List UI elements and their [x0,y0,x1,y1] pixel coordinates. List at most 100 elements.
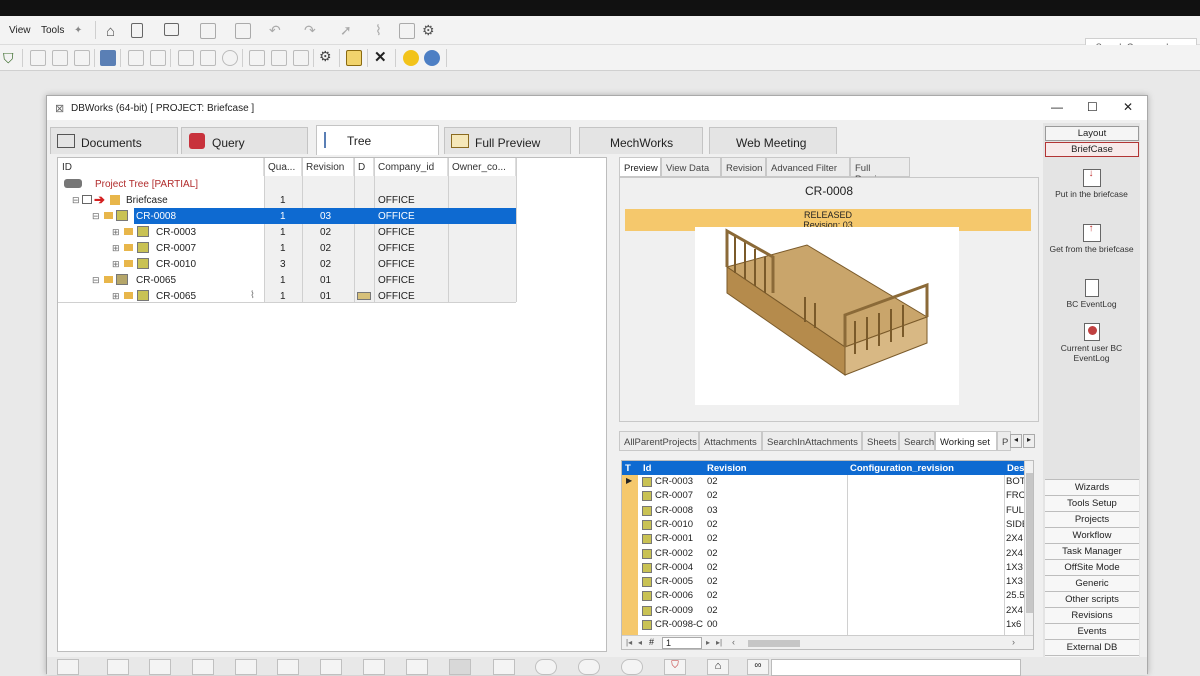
ws-vertical-scrollbar[interactable] [1024,461,1033,635]
ws-col-t[interactable]: T [622,461,640,475]
hscroll-left-icon[interactable]: ‹ [732,637,735,647]
users-icon[interactable] [271,50,287,66]
table-icon[interactable] [150,50,166,66]
tab-web-meeting[interactable]: Web Meeting [709,127,837,154]
ws-col-revision[interactable]: Revision [704,461,847,475]
menu-tools[interactable]: Tools [41,25,64,36]
section-button-tools-setup[interactable]: Tools Setup [1045,495,1139,511]
ws-table-row[interactable]: CR-0004 02 1X3 [622,561,1023,575]
section-button-events[interactable]: Events [1045,623,1139,639]
home-tool-icon[interactable]: ⌂ [707,659,729,675]
gear-icon[interactable]: ⚙ [422,22,438,38]
section-button-projects[interactable]: Projects [1045,511,1139,527]
help-icon[interactable] [403,50,419,66]
info-icon[interactable] [424,50,440,66]
tab-scroll-left-icon[interactable]: ◂ [1010,434,1022,448]
tab-sheets[interactable]: Sheets [862,431,899,451]
col-id[interactable]: ID [58,158,264,176]
layout-button[interactable]: Layout [1045,126,1139,141]
col-revision[interactable]: Revision [302,158,354,176]
col-quantity[interactable]: Qua... [264,158,302,176]
tab-query[interactable]: Query [181,127,308,154]
expand-icon[interactable]: ⊞ [112,243,120,254]
tab-search[interactable]: Search [899,431,935,451]
filter-icon[interactable]: ⛉ [3,50,19,66]
new-document-icon[interactable] [131,23,143,38]
bc-eventlog-action[interactable]: BC EventLog [1043,279,1140,309]
tab-all-parent-projects[interactable]: AllParentProjects [619,431,699,451]
tab-full-preview[interactable]: Full Preview [444,127,571,154]
briefcase-tool-icon[interactable] [406,659,428,675]
prev-page-icon[interactable]: ◂ [638,638,642,647]
tab-working-set[interactable]: Working set [935,431,997,451]
table-edit-icon[interactable] [107,659,129,675]
tree-row[interactable]: ⊟ CR-0008 1 03 OFFICE [58,208,516,224]
tree-row[interactable]: ⊟ ➔ Briefcase 1 OFFICE [58,192,516,208]
new-file-icon[interactable] [57,659,79,675]
close-button[interactable]: ✕ [1123,100,1133,114]
collapse-icon[interactable]: ⊟ [92,275,100,286]
home-icon[interactable]: ⌂ [106,23,122,40]
first-page-icon[interactable]: |◂ [626,638,632,647]
hscroll-right-icon[interactable]: › [1012,637,1015,647]
tab-attachments[interactable]: Attachments [699,431,762,451]
col-owner[interactable]: Owner_co... [448,158,516,176]
tab-full-preview-sub[interactable]: Full Preview [850,157,910,185]
tree-row[interactable]: Project Tree [PARTIAL] [58,176,516,192]
settings-icon[interactable]: ⚙ [319,48,335,64]
expand-icon[interactable]: ⊞ [112,291,120,302]
current-user-eventlog-action[interactable]: Current user BC EventLog [1043,323,1140,363]
quick-search-input[interactable] [771,659,1021,676]
tools-icon[interactable] [293,50,309,66]
ws-table-row[interactable]: CR-0006 02 25.5 [622,589,1024,603]
script-icon[interactable] [346,50,362,66]
briefcase-button[interactable]: BriefCase [1045,142,1139,157]
print-icon[interactable] [235,23,251,39]
tree-row[interactable]: ⊟ CR-0065 1 01 OFFICE [58,272,516,288]
tab-search-in-attachments[interactable]: SearchInAttachments [762,431,862,451]
section-button-offsite-mode[interactable]: OffSite Mode [1045,559,1139,575]
next-page-icon[interactable]: ▸ [706,638,710,647]
section-button-revisions[interactable]: Revisions [1045,607,1139,623]
last-page-icon[interactable]: ▸| [716,638,722,647]
tree-row[interactable]: ⊞ CR-0010 3 02 OFFICE [58,256,516,272]
ws-table-row[interactable]: CR-0007 02 FRC [622,489,1024,503]
ws-col-id[interactable]: Id [640,461,704,475]
tab-scroll-right-icon[interactable]: ▸ [1023,434,1035,448]
tab-preview[interactable]: Preview [619,157,661,177]
edit-icon[interactable] [128,50,144,66]
zoom-fit-icon[interactable] [621,659,643,675]
clock-icon[interactable] [222,50,238,66]
hierarchy-icon[interactable] [235,659,257,675]
collapse-icon[interactable]: ⊟ [72,195,80,206]
section-button-other-scripts[interactable]: Other scripts [1045,591,1139,607]
section-button-wizards[interactable]: Wizards [1045,479,1139,495]
attach-file-icon[interactable] [320,659,342,675]
maximize-button[interactable]: ☐ [1087,100,1098,114]
minimize-button[interactable]: — [1051,100,1063,114]
tab-advanced-filter[interactable]: Advanced Filter ... [766,157,850,185]
relink-icon[interactable] [449,659,471,675]
redo-icon[interactable]: ↷ [304,22,320,38]
tree-row[interactable]: ⊞ CR-0007 1 02 OFFICE [58,240,516,256]
ws-table-row[interactable]: CR-0005 02 1X3 [622,575,1023,589]
tab-mechworks[interactable]: MechWorks [579,127,703,154]
tab-view-data[interactable]: View Data ... [661,157,721,185]
hscroll-thumb[interactable] [748,640,800,647]
tab-p[interactable]: P [997,431,1011,451]
section-button-generic[interactable]: Generic [1045,575,1139,591]
model-preview-image[interactable] [695,227,959,405]
copy-icon[interactable] [30,50,46,66]
expand-icon[interactable]: ⊞ [112,227,120,238]
erase-icon[interactable] [74,50,90,66]
col-d[interactable]: D [354,158,374,176]
wrench-cross-icon[interactable]: ✕ [374,48,390,66]
open-folder-icon[interactable] [164,23,179,36]
cursor-icon[interactable]: ➚ [340,22,356,38]
menu-view[interactable]: View [9,25,31,36]
filter-red-icon[interactable]: ⛉ [664,659,686,675]
get-from-briefcase-action[interactable]: ↑ Get from the briefcase [1043,223,1140,254]
tab-revision[interactable]: Revision [721,157,766,177]
section-button-external-db[interactable]: External DB [1045,639,1139,655]
delete-doc-icon[interactable] [493,659,515,675]
